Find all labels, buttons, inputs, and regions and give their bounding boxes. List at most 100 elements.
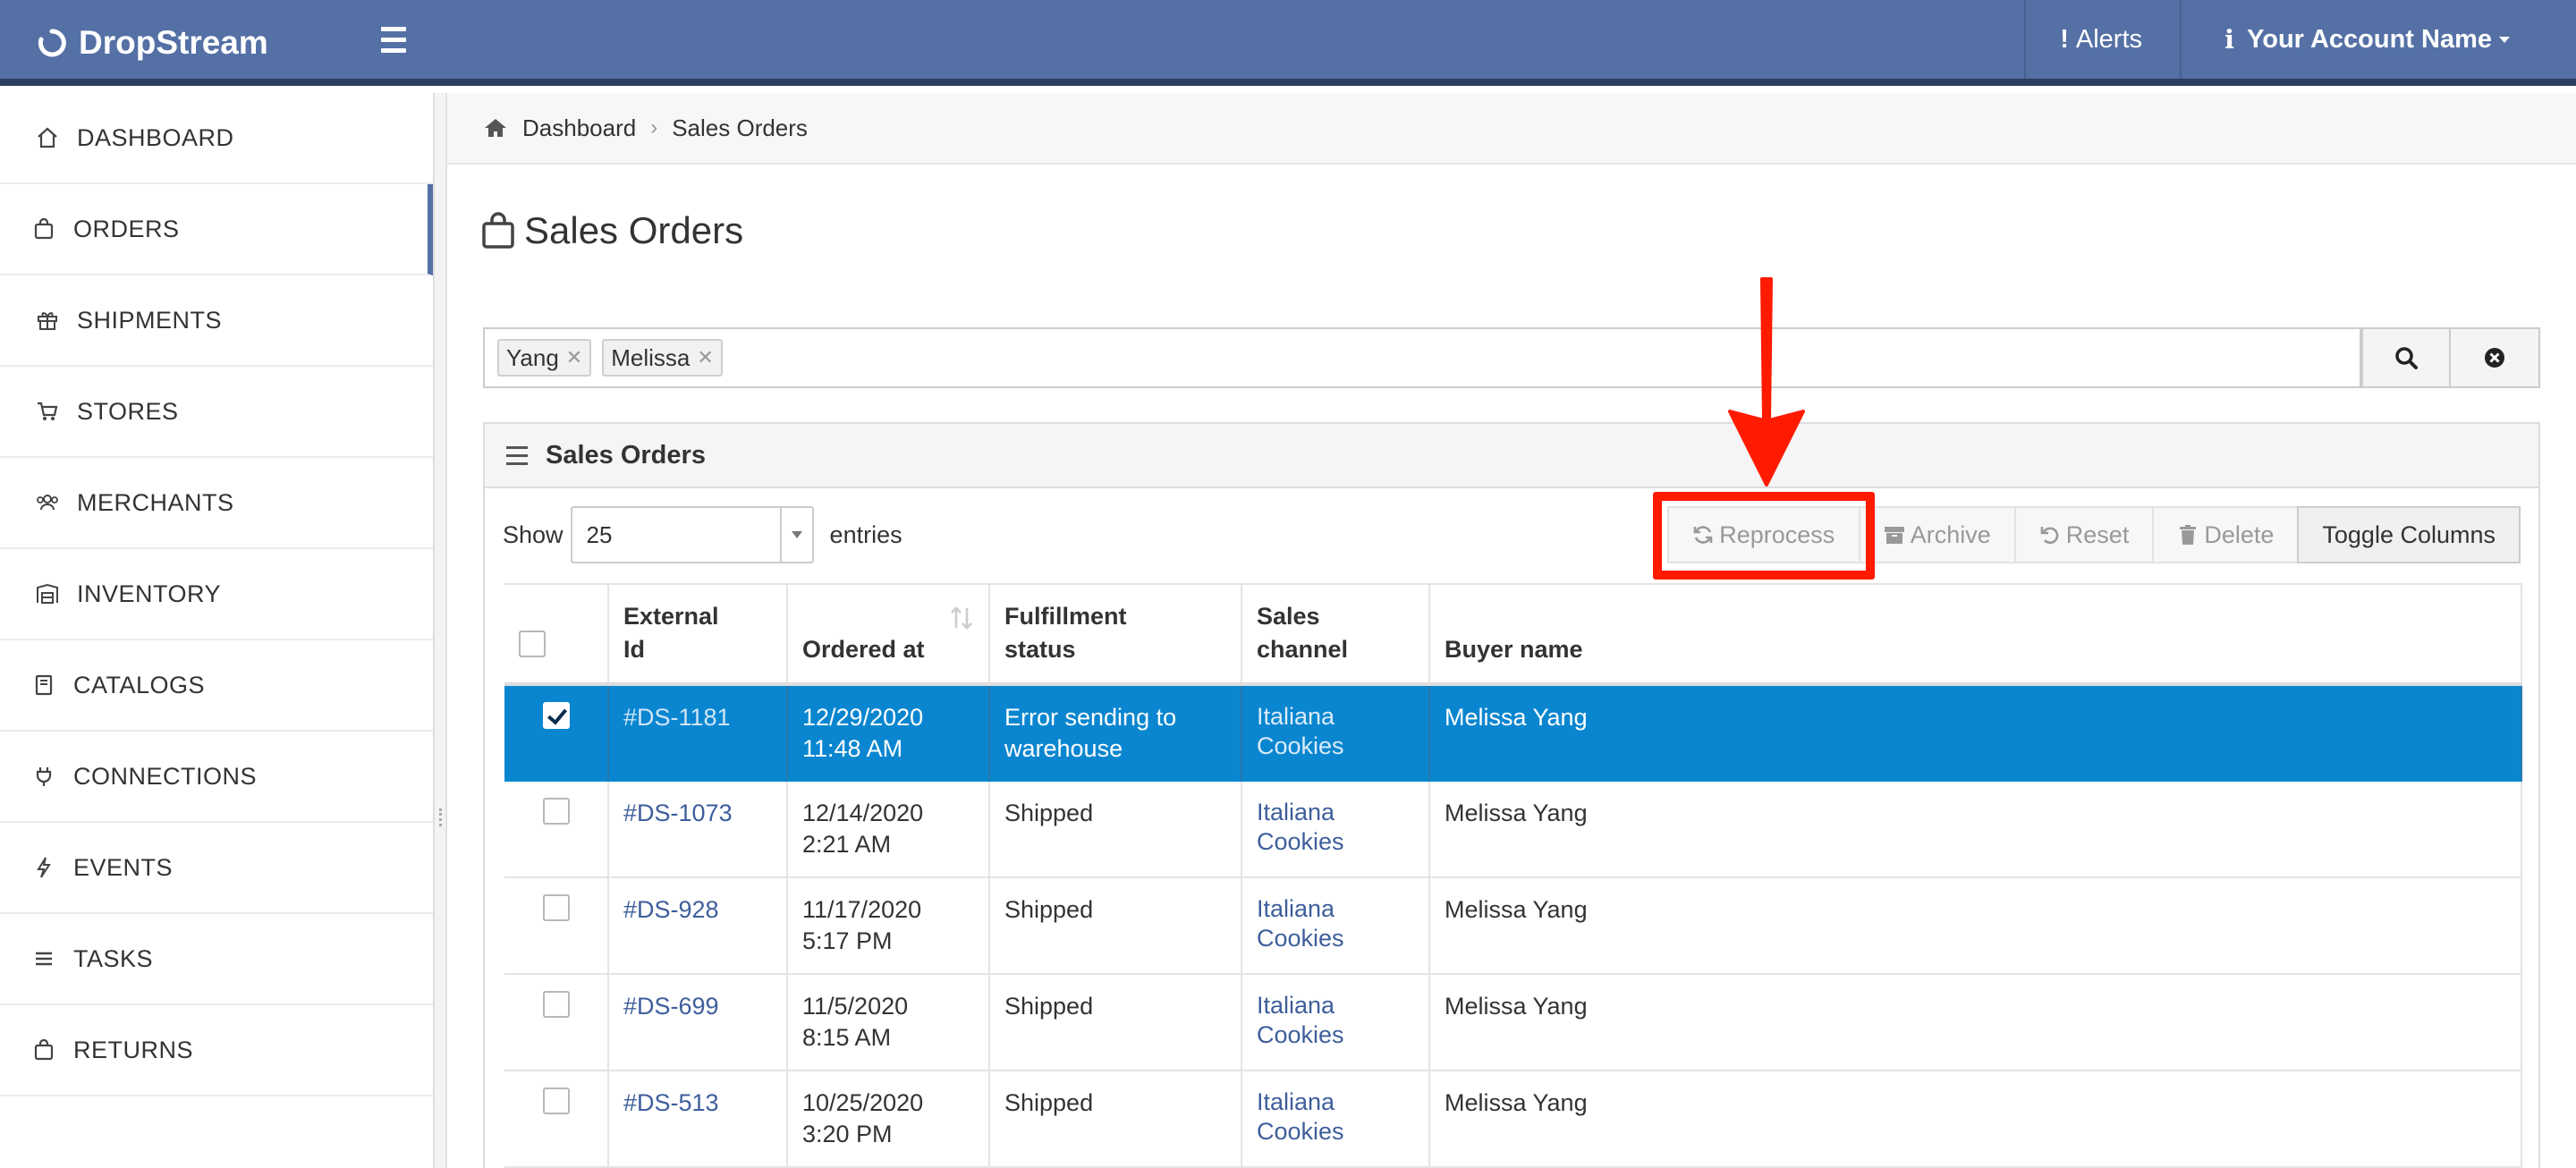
column-header-ordered-at[interactable]: Ordered at (787, 583, 990, 686)
row-select-cell (504, 1071, 609, 1168)
ordered-at-cell: 12/14/2020 2:21 AM (787, 781, 990, 878)
entries-control: Show 25 entries (503, 506, 902, 563)
channel-link[interactable]: Italiana Cookies (1257, 703, 1344, 759)
list-icon (506, 445, 528, 465)
search-tag[interactable]: Melissa ✕ (602, 339, 723, 377)
breadcrumb-current: Sales Orders (672, 114, 808, 141)
sales-channel-cell: Italiana Cookies (1241, 974, 1430, 1071)
sidebar-resize-gutter[interactable] (435, 93, 447, 1168)
breadcrumb-dashboard-link[interactable]: Dashboard (522, 114, 636, 142)
sidebar-item-label: MERCHANTS (77, 488, 234, 516)
column-header-fulfillment-status[interactable]: Fulfillment status (989, 583, 1242, 686)
order-link[interactable]: #DS-928 (623, 896, 719, 923)
order-link[interactable]: #DS-513 (623, 1089, 719, 1116)
channel-link[interactable]: Italiana Cookies (1257, 895, 1344, 952)
reprocess-button[interactable]: Reprocess (1666, 506, 1860, 563)
remove-tag-icon[interactable]: ✕ (566, 346, 582, 369)
brand-name: DropStream (79, 24, 268, 61)
sidebar-item-catalogs[interactable]: CATALOGS (0, 640, 433, 732)
search-tag[interactable]: Yang ✕ (497, 339, 592, 377)
sidebar-item-dashboard[interactable]: DASHBOARD (0, 93, 433, 184)
refresh-icon (1693, 526, 1713, 544)
channel-link[interactable]: Italiana Cookies (1257, 992, 1344, 1048)
home-icon (485, 119, 506, 137)
order-link[interactable]: #DS-1073 (623, 800, 733, 826)
header-label: Id (623, 636, 645, 663)
archive-button[interactable]: Archive (1858, 506, 2016, 563)
sidebar-item-stores[interactable]: STORES (0, 367, 433, 458)
status-text: Shipped (1004, 1089, 1094, 1116)
entries-select[interactable]: 25 (570, 506, 814, 563)
order-date: 11/5/2020 (802, 993, 909, 1020)
resize-handle-icon[interactable] (439, 808, 443, 826)
channel-link[interactable]: Italiana Cookies (1257, 1088, 1344, 1145)
row-checkbox[interactable] (542, 702, 570, 729)
order-link[interactable]: #DS-699 (623, 993, 719, 1020)
row-checkbox[interactable] (542, 798, 570, 825)
list-icon (32, 947, 55, 970)
header-label: channel (1257, 636, 1349, 663)
table-row[interactable]: #DS-699 11/5/2020 8:15 AM Shipped Italian… (504, 974, 2522, 1071)
search-icon (2395, 347, 2418, 369)
sidebar-item-label: RETURNS (73, 1036, 194, 1063)
sidebar-item-merchants[interactable]: MERCHANTS (0, 458, 433, 549)
external-id-cell: #DS-513 (608, 1071, 788, 1168)
brand[interactable]: DropStream (36, 0, 268, 86)
select-all-checkbox[interactable] (519, 631, 546, 657)
users-icon (36, 491, 59, 514)
info-icon: i (2224, 24, 2235, 55)
column-header-buyer-name[interactable]: Buyer name (1429, 583, 2522, 686)
table-actions: Reprocess Archive Reset Delete Toggle Co… (1666, 506, 2521, 563)
search-tag-label: Melissa (611, 343, 691, 371)
sidebar-item-inventory[interactable]: INVENTORY (0, 549, 433, 640)
account-menu[interactable]: i Your Account Name (2180, 0, 2576, 79)
sort-icon[interactable] (949, 605, 974, 631)
toggle-columns-label: Toggle Columns (2322, 521, 2496, 548)
ordered-at-cell: 11/17/2020 5:17 PM (787, 877, 990, 975)
search-button[interactable] (2361, 327, 2451, 388)
external-id-cell: #DS-928 (608, 877, 788, 975)
remove-tag-icon[interactable]: ✕ (697, 346, 713, 369)
caret-down-icon (2499, 36, 2510, 43)
sidebar-item-tasks[interactable]: TASKS (0, 914, 433, 1005)
plug-icon (32, 765, 55, 788)
exclamation-icon: ! (2060, 24, 2069, 54)
ordered-at-cell: 10/25/2020 3:20 PM (787, 1071, 990, 1168)
undo-icon (2040, 527, 2059, 545)
sidebar-item-events[interactable]: EVENTS (0, 823, 433, 914)
search-input[interactable]: Yang ✕ Melissa ✕ (483, 327, 2361, 388)
page-title: Sales Orders (481, 206, 743, 256)
table-row[interactable]: #DS-1073 12/14/2020 2:21 AM Shipped Itali… (504, 781, 2522, 878)
sidebar-item-returns[interactable]: RETURNS (0, 1005, 433, 1096)
delete-button[interactable]: Delete (2152, 506, 2300, 563)
table-row[interactable]: #DS-1181 12/29/2020 11:48 AM Error sendin… (504, 684, 2522, 782)
column-header-sales-channel[interactable]: Sales channel (1241, 583, 1430, 686)
order-time: 3:20 PM (802, 1121, 893, 1147)
table-row[interactable]: #DS-928 11/17/2020 5:17 PM Shipped Italia… (504, 877, 2522, 975)
row-checkbox[interactable] (542, 991, 570, 1018)
sidebar-item-orders[interactable]: ORDERS (0, 184, 433, 275)
reset-button[interactable]: Reset (2013, 506, 2155, 563)
order-link[interactable]: #DS-1181 (623, 704, 731, 731)
menu-toggle-icon[interactable] (376, 27, 411, 59)
channel-name: Italiana (1257, 992, 1335, 1019)
clear-search-button[interactable] (2449, 327, 2540, 388)
toggle-columns-button[interactable]: Toggle Columns (2297, 506, 2521, 563)
shopping-bag-icon (482, 212, 514, 249)
channel-name: Italiana (1257, 895, 1335, 922)
gift-icon (36, 309, 59, 332)
table-row[interactable]: #DS-513 10/25/2020 3:20 PM Shipped Italia… (504, 1071, 2522, 1168)
sidebar-item-shipments[interactable]: SHIPMENTS (0, 275, 433, 367)
row-checkbox[interactable] (542, 1088, 570, 1114)
buyer-name-cell: Melissa Yang (1429, 781, 2522, 878)
row-select-cell (504, 877, 609, 975)
order-date: 10/25/2020 (802, 1089, 924, 1116)
sidebar-item-connections[interactable]: CONNECTIONS (0, 732, 433, 823)
channel-name: Italiana (1257, 1088, 1335, 1115)
external-id-cell: #DS-1073 (608, 781, 788, 878)
column-header-external-id[interactable]: External Id (608, 583, 788, 686)
shopping-bag-icon (32, 1038, 55, 1062)
channel-link[interactable]: Italiana Cookies (1257, 799, 1344, 855)
alerts-menu[interactable]: ! Alerts (2024, 0, 2180, 79)
row-checkbox[interactable] (542, 894, 570, 921)
